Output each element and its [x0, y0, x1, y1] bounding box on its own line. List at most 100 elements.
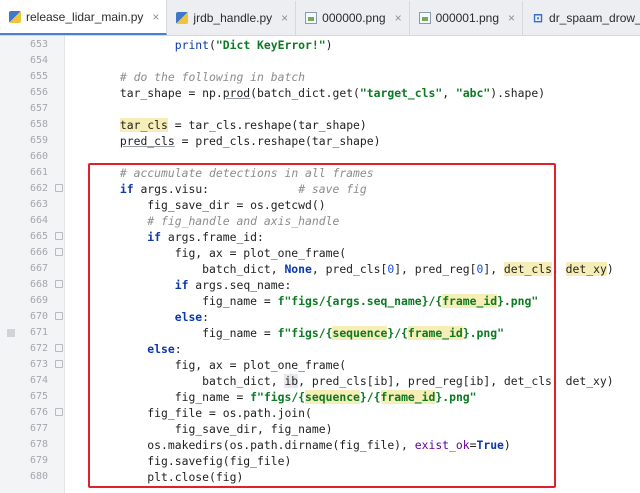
- code-text: fig, ax = plot_one_frame(: [65, 246, 347, 260]
- line-number: 679: [29, 455, 48, 466]
- code-line[interactable]: 656 tar_shape = np.prod(batch_dict.get("…: [30, 85, 640, 101]
- editor-tab-bar: release_lidar_main.py × jrdb_handle.py × 000…: [0, 0, 640, 36]
- line-number: 660: [29, 151, 48, 162]
- code-line[interactable]: 659 pred_cls = pred_cls.reshape(tar_shap…: [30, 133, 640, 149]
- code-line[interactable]: 660: [30, 149, 640, 165]
- line-number: 674: [29, 375, 48, 386]
- close-icon[interactable]: ×: [395, 11, 402, 25]
- code-line[interactable]: 662 if args.visu: # save fig: [30, 181, 640, 197]
- line-number: 673: [29, 359, 48, 370]
- tab-label: release_lidar_main.py: [26, 9, 144, 24]
- tab-3[interactable]: 000001.png ×: [410, 1, 524, 35]
- code-line[interactable]: 654: [30, 53, 640, 69]
- code-line[interactable]: 658 tar_cls = tar_cls.reshape(tar_shape): [30, 117, 640, 133]
- code-text: fig_file = os.path.join(: [65, 406, 312, 420]
- tab-label: jrdb_handle.py: [193, 11, 273, 25]
- python-file-icon: [9, 10, 21, 23]
- python-file-icon: [176, 12, 189, 24]
- line-number: 665: [29, 231, 48, 242]
- fold-toggle-icon[interactable]: [55, 312, 63, 320]
- code-text: batch_dict, ib, pred_cls[ib], pred_reg[i…: [65, 374, 614, 388]
- code-line[interactable]: 666 fig, ax = plot_one_frame(: [30, 245, 640, 261]
- tab-label: 000000.png: [322, 11, 386, 25]
- code-text: tar_shape = np.prod(batch_dict.get("targ…: [65, 86, 546, 100]
- code-line[interactable]: 664 # fig_handle and axis_handle: [30, 213, 640, 229]
- line-number: 670: [29, 311, 48, 322]
- code-text: if args.visu: # save fig: [119, 182, 367, 196]
- line-number: 672: [29, 343, 48, 354]
- code-line[interactable]: 663 fig_save_dir = os.getcwd(): [30, 197, 640, 213]
- code-text: fig_name = f"figs/{sequence}/{frame_id}.…: [65, 326, 504, 340]
- code-text: if args.seq_name:: [174, 278, 292, 292]
- code-line[interactable]: 655 # do the following in batch: [30, 69, 640, 85]
- code-text: os.makedirs(os.path.dirname(fig_file), e…: [65, 438, 511, 452]
- tab-label: dr_spaam_drow_e40.om: [549, 11, 640, 25]
- fold-toggle-icon[interactable]: [55, 360, 63, 368]
- code-text: fig_save_dir = os.getcwd(): [65, 198, 326, 212]
- line-number: 668: [29, 279, 48, 290]
- line-number: 659: [29, 135, 48, 146]
- close-icon[interactable]: ×: [281, 11, 288, 25]
- code-line[interactable]: 674 batch_dict, ib, pred_cls[ib], pred_r…: [30, 373, 640, 389]
- line-number: 663: [29, 199, 48, 210]
- code-text: pred_cls = pred_cls.reshape(tar_shape): [119, 134, 381, 148]
- code-line[interactable]: 676 fig_file = os.path.join(: [30, 405, 640, 421]
- code-line[interactable]: 675 fig_name = f"figs/{sequence}/{frame_…: [30, 389, 640, 405]
- code-line[interactable]: 665 if args.frame_id:: [30, 229, 640, 245]
- code-text: fig_name = f"figs/{args.seq_name}/{frame…: [65, 294, 539, 308]
- line-number: 669: [29, 295, 48, 306]
- gutter-marker-icon[interactable]: [7, 329, 15, 337]
- code-line[interactable]: 678 os.makedirs(os.path.dirname(fig_file…: [30, 437, 640, 453]
- line-number: 655: [29, 71, 48, 82]
- close-icon[interactable]: ×: [152, 10, 159, 24]
- fold-toggle-icon[interactable]: [55, 344, 63, 352]
- code-text: plt.close(fig): [65, 470, 244, 484]
- line-number: 678: [29, 439, 48, 450]
- close-icon[interactable]: ×: [508, 11, 515, 25]
- tab-1[interactable]: jrdb_handle.py ×: [167, 1, 297, 35]
- line-number: 664: [29, 215, 48, 226]
- code-line[interactable]: 667 batch_dict, None, pred_cls[0], pred_…: [30, 261, 640, 277]
- code-text: else:: [147, 342, 182, 356]
- tab-2[interactable]: 000000.png ×: [296, 1, 410, 35]
- code-editor[interactable]: 653 print("Dict KeyError!") 654 655 # do t…: [7, 36, 640, 493]
- tab-0[interactable]: release_lidar_main.py ×: [0, 0, 168, 35]
- line-number: 676: [29, 407, 48, 418]
- code-line[interactable]: 668 if args.seq_name:: [30, 277, 640, 293]
- line-number: 661: [29, 167, 48, 178]
- line-number: 658: [29, 119, 48, 130]
- code-line[interactable]: 673 fig, ax = plot_one_frame(: [30, 357, 640, 373]
- fold-toggle-icon[interactable]: [55, 184, 63, 192]
- code-text: # do the following in batch: [119, 70, 306, 84]
- code-text: if args.frame_id:: [147, 230, 264, 244]
- model-file-icon: ⊡: [532, 11, 544, 25]
- code-line[interactable]: 670 else:: [30, 309, 640, 325]
- code-line[interactable]: 677 fig_save_dir, fig_name): [30, 421, 640, 437]
- code-text: tar_cls = tar_cls.reshape(tar_shape): [119, 118, 367, 132]
- line-number: 677: [29, 423, 48, 434]
- line-number: 667: [29, 263, 48, 274]
- fold-toggle-icon[interactable]: [55, 280, 63, 288]
- code-line[interactable]: 679 fig.savefig(fig_file): [30, 453, 640, 469]
- fold-toggle-icon[interactable]: [55, 248, 63, 256]
- tab-4[interactable]: ⊡dr_spaam_drow_e40.om×: [523, 1, 640, 35]
- code-text: fig_name = f"figs/{sequence}/{frame_id}.…: [65, 390, 477, 404]
- line-number: 662: [29, 183, 48, 194]
- code-line[interactable]: 669 fig_name = f"figs/{args.seq_name}/{f…: [30, 293, 640, 309]
- code-line[interactable]: 657: [30, 101, 640, 117]
- line-number: 654: [29, 55, 48, 66]
- line-number: 657: [29, 103, 48, 114]
- line-number: 653: [29, 39, 48, 50]
- code-line[interactable]: 661 # accumulate detections in all frame…: [30, 165, 640, 181]
- code-text: fig.savefig(fig_file): [65, 454, 292, 468]
- fold-toggle-icon[interactable]: [55, 232, 63, 240]
- code-text: print("Dict KeyError!"): [174, 38, 333, 52]
- fold-toggle-icon[interactable]: [55, 408, 63, 416]
- code-text: batch_dict, None, pred_cls[0], pred_reg[…: [65, 262, 614, 276]
- code-line[interactable]: 680 plt.close(fig): [30, 469, 640, 485]
- code-text: fig_save_dir, fig_name): [65, 422, 333, 436]
- code-line[interactable]: 672 else:: [30, 341, 640, 357]
- line-number: 680: [29, 471, 48, 482]
- code-line[interactable]: 653 print("Dict KeyError!"): [30, 37, 640, 53]
- code-line[interactable]: 671 fig_name = f"figs/{sequence}/{frame_…: [7, 325, 640, 341]
